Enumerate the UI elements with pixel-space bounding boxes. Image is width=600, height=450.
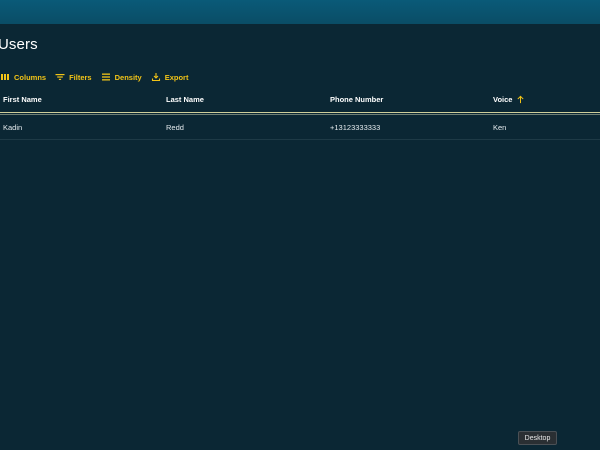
column-header-first-name[interactable]: First Name bbox=[3, 95, 42, 104]
columns-button[interactable]: Columns bbox=[0, 72, 46, 82]
filter-icon bbox=[55, 72, 65, 82]
cell-first-name: Kadin bbox=[3, 123, 23, 132]
export-button[interactable]: Export bbox=[151, 72, 189, 82]
cell-last-name: Redd bbox=[166, 123, 184, 132]
users-data-grid: First Name Last Name Phone Number Voice … bbox=[0, 90, 600, 140]
column-header-phone-number[interactable]: Phone Number bbox=[330, 95, 383, 104]
columns-icon bbox=[0, 72, 10, 82]
filters-button[interactable]: Filters bbox=[55, 72, 92, 82]
app-top-bar bbox=[0, 0, 600, 24]
export-button-label: Export bbox=[164, 72, 189, 82]
download-icon bbox=[151, 72, 161, 82]
page-title: Users bbox=[0, 36, 38, 53]
columns-button-label: Columns bbox=[14, 72, 47, 82]
desktop-tooltip: Desktop bbox=[518, 431, 557, 445]
density-button-label: Density bbox=[114, 72, 142, 82]
density-icon bbox=[101, 72, 111, 82]
cell-voice: Ken bbox=[493, 123, 507, 132]
grid-toolbar: Columns Filters Density Export bbox=[0, 71, 197, 83]
density-button[interactable]: Density bbox=[101, 72, 142, 82]
table-header-row: First Name Last Name Phone Number Voice bbox=[0, 90, 600, 113]
column-header-last-name[interactable]: Last Name bbox=[166, 95, 204, 104]
cell-phone-number: +13123333333 bbox=[330, 123, 381, 132]
table-row[interactable]: Kadin Redd +13123333333 Ken bbox=[0, 114, 600, 140]
column-header-voice[interactable]: Voice bbox=[493, 95, 525, 104]
filters-button-label: Filters bbox=[69, 72, 92, 82]
sort-ascending-icon[interactable] bbox=[516, 95, 525, 104]
